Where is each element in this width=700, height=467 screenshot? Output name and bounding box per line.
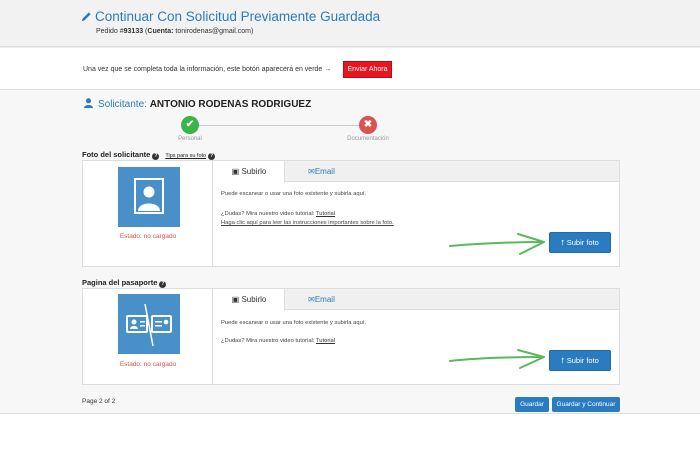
notice-message: Una vez que se completa toda la informac…	[83, 66, 323, 73]
send-now-button[interactable]: Enviar Ahora	[343, 61, 392, 78]
upload-tabs: ▣ Subirlo ✉Email	[214, 161, 619, 183]
upload-arrow-icon: ⭡	[561, 238, 565, 247]
passport-icon	[118, 294, 180, 354]
tutorial-prefix: ¿Dudas? Mira nuestro video tutorial:	[221, 211, 316, 217]
step-documentation[interactable]: ✖ Documentación	[328, 115, 408, 142]
section-title-passport: Pagina del pasaporte?	[82, 278, 167, 288]
help-icon[interactable]: ?	[159, 281, 167, 288]
upload-tabs: ▣ Subirlo ✉Email	[214, 289, 619, 311]
tutorial-line: ¿Dudas? Mira nuestro video tutorial: Tut…	[221, 338, 335, 344]
envelope-icon: ✉	[308, 167, 315, 176]
upload-status: Estado: no cargado	[119, 233, 177, 240]
order-number: 93133	[123, 28, 144, 35]
help-icon[interactable]: ?	[208, 153, 216, 160]
help-icon[interactable]: ?	[152, 153, 160, 160]
section-title-photo: Foto del solicitante? Tips para su foto?	[82, 150, 216, 160]
cross-icon: ✖	[359, 116, 377, 134]
page-header: Continuar Con Solicitud Previamente Guar…	[0, 0, 700, 47]
upload-passport-button[interactable]: ⭡ Subir foto	[549, 350, 611, 371]
passport-upload-card: Estado: no cargado ▣ Subirlo ✉Email Pued…	[82, 288, 620, 385]
tab-upload[interactable]: ▣ Subirlo	[214, 289, 285, 311]
upload-button-label: Subir foto	[566, 238, 599, 247]
user-icon	[84, 98, 93, 108]
page-indicator: Page 2 of 2	[82, 398, 116, 405]
green-arrow-annotation	[449, 233, 545, 255]
page-title-text: Continuar Con Solicitud Previamente Guar…	[95, 9, 381, 24]
order-info: Pedido #93133 (Cuenta: tonirodenas@gmail…	[96, 28, 254, 35]
order-prefix: Pedido #	[96, 28, 124, 35]
applicant-label: Solicitante:	[98, 99, 147, 110]
step-label: Personal	[178, 136, 202, 142]
check-icon: ✔	[181, 116, 199, 134]
upload-status: Estado: no cargado	[119, 361, 177, 368]
tab-upload-label: Subirlo	[241, 167, 267, 176]
arrow-right-icon: →	[324, 66, 332, 73]
section-title-text: Pagina del pasaporte	[82, 278, 158, 287]
tutorial-link[interactable]: Tutorial	[316, 338, 335, 344]
image-icon: ▣	[231, 167, 240, 176]
portrait-icon	[118, 167, 180, 227]
step-personal[interactable]: ✔ Personal	[150, 115, 230, 142]
tutorial-link[interactable]: Tutorial	[316, 211, 335, 217]
green-arrow-annotation	[449, 349, 545, 369]
envelope-icon: ✉	[308, 295, 315, 304]
page-bottom	[0, 433, 700, 467]
progress-steps: ✔ Personal ✖ Documentación	[150, 115, 410, 145]
photo-instructions-link[interactable]: Haga clic aquí para leer las instruccion…	[221, 220, 394, 226]
image-icon: ▣	[231, 295, 240, 304]
save-continue-button[interactable]: Guardar y Continuar	[552, 397, 620, 412]
notice-text: Una vez que se completa toda la informac…	[83, 66, 331, 73]
applicant-heading: Solicitante: ANTONIO RODENAS RODRIGUEZ	[84, 98, 311, 110]
photo-preview-panel: Estado: no cargado	[83, 161, 213, 266]
upload-photo-button[interactable]: ⭡ Subir foto	[549, 232, 611, 253]
tutorial-line: ¿Dudas? Mira nuestro video tutorial: Tut…	[221, 211, 335, 217]
page-footer	[0, 413, 700, 433]
tab-email-label: Email	[314, 295, 335, 304]
save-button[interactable]: Guardar	[515, 397, 549, 412]
tab-upload[interactable]: ▣ Subirlo	[214, 161, 285, 183]
account-label: Cuenta:	[147, 28, 174, 35]
tab-email[interactable]: ✉Email	[286, 289, 357, 310]
photo-tips-link[interactable]: Tips para su foto	[165, 153, 206, 159]
account-email: tonirodenas@gmail.com	[175, 28, 251, 35]
tab-email[interactable]: ✉Email	[286, 161, 357, 182]
passport-preview-panel: Estado: no cargado	[83, 289, 213, 384]
upload-instructions: Puede escanear o usar una foto existente…	[221, 191, 367, 197]
tutorial-prefix: ¿Dudas? Mira nuestro video tutorial:	[221, 338, 316, 344]
upload-instructions: Puede escanear o usar una foto existente…	[221, 320, 367, 326]
tab-email-label: Email	[314, 167, 335, 176]
step-label: Documentación	[347, 136, 389, 142]
tab-upload-label: Subirlo	[241, 295, 267, 304]
pencil-icon	[81, 12, 91, 22]
main-content: Solicitante: ANTONIO RODENAS RODRIGUEZ ✔…	[0, 90, 700, 413]
applicant-name: ANTONIO RODENAS RODRIGUEZ	[149, 99, 312, 110]
section-title-text: Foto del solicitante	[82, 150, 151, 159]
upload-button-label: Subir foto	[566, 356, 599, 365]
page-title: Continuar Con Solicitud Previamente Guar…	[81, 9, 380, 24]
upload-arrow-icon: ⭡	[561, 356, 565, 365]
notice-bar: Una vez que se completa toda la informac…	[0, 48, 700, 90]
